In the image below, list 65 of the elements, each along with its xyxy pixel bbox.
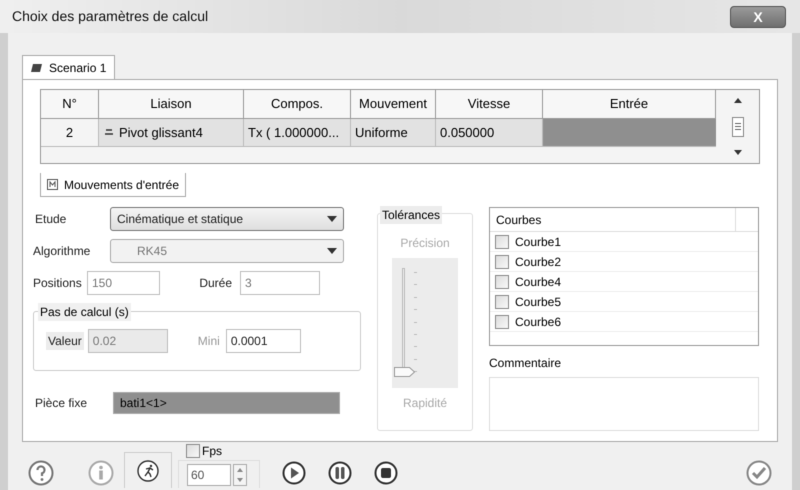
group-title: Pas de calcul (s) — [38, 303, 131, 321]
stop-icon[interactable] — [374, 461, 398, 485]
check-icon[interactable] — [746, 460, 772, 486]
spin-buttons[interactable] — [233, 464, 247, 486]
slider-bottom-label: Rapidité — [402, 395, 448, 412]
field-label: Pièce fixe — [34, 395, 88, 412]
column-header[interactable]: N° — [41, 90, 99, 119]
slider-thumb[interactable] — [394, 367, 416, 377]
field-label: Positions — [33, 275, 83, 292]
curve-label: Courbe4 — [515, 274, 562, 290]
field-label: Valeur — [46, 332, 84, 350]
comment-label: Commentaire — [489, 355, 562, 372]
column-header[interactable]: Compos. — [244, 90, 351, 119]
table-cell: 2 — [41, 119, 99, 147]
fixed-part-field[interactable]: bati1<1> — [113, 392, 340, 414]
fps-field[interactable]: 60 — [187, 464, 231, 486]
caret-icon — [327, 216, 337, 222]
column-header[interactable]: Mouvement — [351, 90, 436, 119]
scroll-up-icon — [734, 98, 742, 103]
comment-field[interactable] — [489, 377, 759, 431]
play-icon[interactable] — [282, 461, 306, 485]
scroll-thumb[interactable] — [732, 116, 744, 136]
window-title: Choix des paramètres de calcul — [12, 7, 208, 26]
column-header[interactable]: Vitesse — [436, 90, 543, 119]
curve-label: Courbe5 — [515, 294, 562, 310]
checkbox[interactable] — [495, 314, 509, 328]
checkbox[interactable] — [186, 444, 200, 458]
field-label: Algorithme — [33, 243, 92, 260]
motion-icon — [47, 179, 58, 190]
joint-icon — [105, 128, 113, 136]
column-header[interactable]: Entrée — [543, 90, 716, 119]
table-cell: Uniforme — [351, 119, 436, 147]
pause-icon[interactable] — [328, 461, 352, 485]
run-button[interactable] — [124, 452, 172, 488]
up-arrow-icon — [237, 468, 243, 472]
tab[interactable]: Scenario 1 — [22, 55, 116, 79]
table-cell: Tx ( 1.000000... — [244, 119, 351, 147]
info-icon[interactable] — [88, 460, 114, 486]
column-header[interactable]: Liaison — [99, 90, 244, 119]
book-icon — [31, 62, 43, 72]
checkbox[interactable] — [495, 274, 509, 288]
runner-icon — [137, 460, 159, 482]
caret-icon — [327, 248, 337, 254]
curve-label: Courbe6 — [515, 314, 562, 330]
field-label: Etude — [34, 211, 68, 228]
tab[interactable]: Mouvements d'entrée — [40, 173, 186, 197]
down-arrow-icon — [237, 478, 243, 482]
help-icon[interactable] — [28, 460, 54, 486]
checkbox[interactable] — [495, 234, 509, 248]
curve-label: Courbe1 — [515, 234, 562, 250]
fps-label: Fps — [202, 443, 222, 460]
checkbox[interactable] — [495, 254, 509, 268]
tolerance-slider[interactable] — [392, 258, 458, 388]
column-header[interactable]: Courbes — [490, 208, 736, 231]
close-button[interactable]: X — [730, 6, 786, 28]
group-title: Tolérances — [380, 206, 442, 224]
field-label: Mini — [198, 333, 220, 350]
slider-top-label: Précision — [400, 235, 450, 252]
scroll-down-icon — [734, 150, 742, 155]
field-label: Durée — [198, 275, 233, 292]
curve-label: Courbe2 — [515, 254, 562, 270]
study-dropdown[interactable]: Cinématique et statique — [110, 207, 344, 231]
table-cell-text: Pivot glissant4 — [119, 124, 203, 142]
checkbox[interactable] — [495, 294, 509, 308]
table-cell: 0.050000 — [436, 119, 543, 147]
